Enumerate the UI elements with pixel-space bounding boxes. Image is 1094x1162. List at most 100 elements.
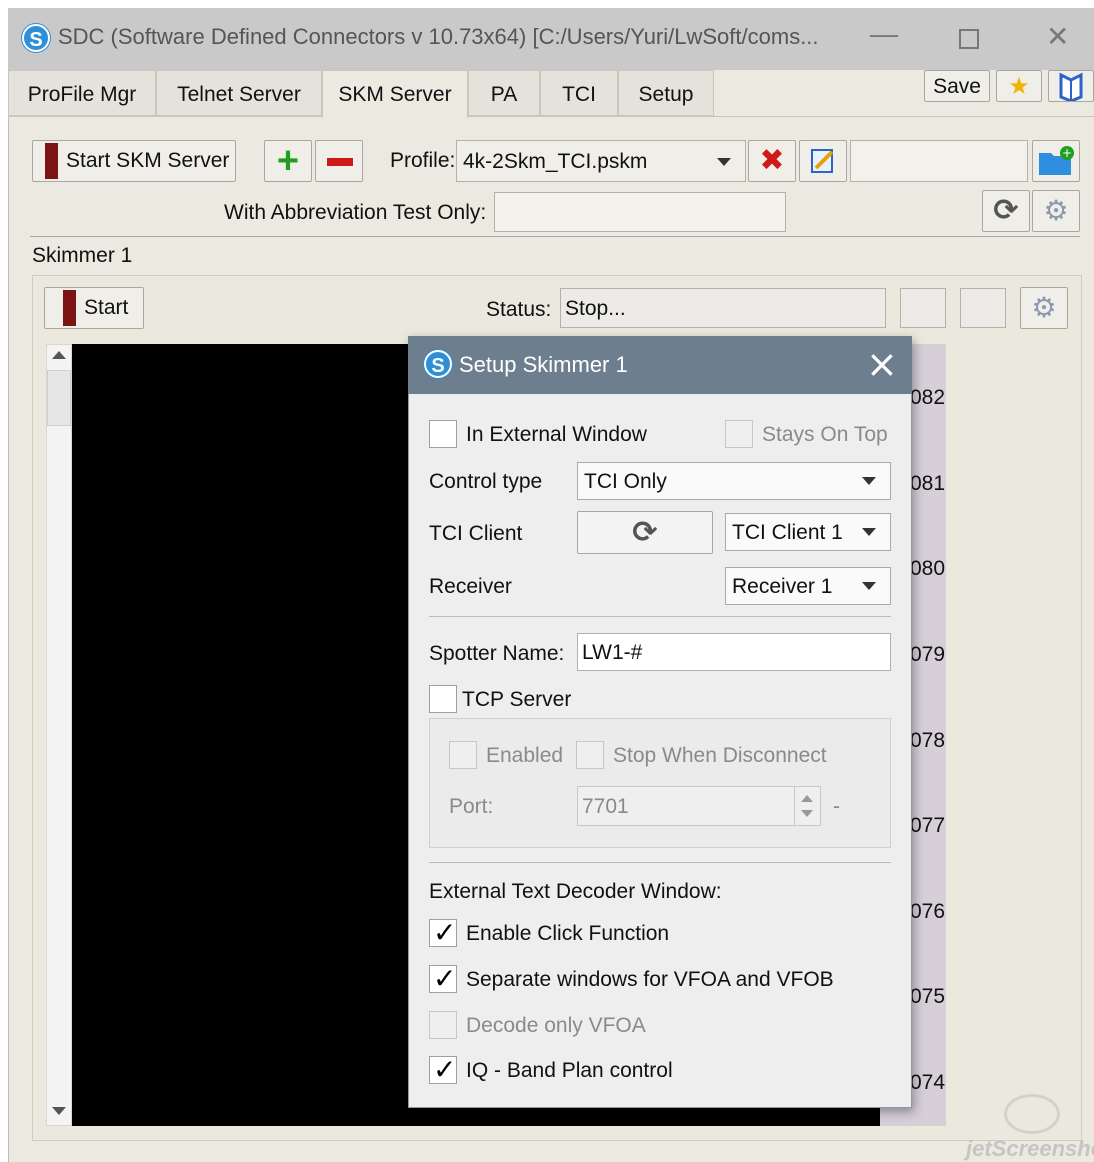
port-value: 7701	[582, 795, 629, 818]
settings-gear-icon[interactable]: ⚙	[1032, 190, 1080, 232]
profile-value: 4k-2Skm_TCI.pskm	[463, 150, 648, 173]
skimmer-stopped-indicator	[63, 290, 76, 327]
minus-icon	[327, 158, 353, 166]
tab-pa[interactable]: PA	[468, 70, 540, 116]
stop-when-disconnect-label: Stop When Disconnect	[613, 744, 827, 767]
control-type-select[interactable]: TCI Only	[577, 462, 891, 500]
freq-label: 079	[910, 643, 946, 666]
abbrev-label: With Abbreviation Test Only:	[224, 201, 487, 224]
delete-profile-icon[interactable]: ✖	[748, 140, 796, 182]
skimmer-settings-gear-icon[interactable]: ⚙	[1020, 287, 1068, 329]
tab-telnet-server[interactable]: Telnet Server	[156, 70, 322, 116]
tci-client-label: TCI Client	[429, 522, 523, 545]
skimmer-start-label: Start	[84, 296, 129, 319]
status-indicator-1	[900, 288, 946, 328]
tcp-server-label: TCP Server	[462, 688, 572, 711]
enabled-checkbox[interactable]	[449, 741, 477, 769]
chevron-down-icon	[717, 158, 731, 166]
stopped-indicator	[45, 143, 58, 180]
separate-windows-label: Separate windows for VFOA and VFOB	[466, 968, 834, 991]
vertical-scrollbar[interactable]	[46, 344, 72, 1126]
close-window-button[interactable]: ✕	[1046, 20, 1069, 53]
status-indicator-2	[960, 288, 1006, 328]
control-type-value: TCI Only	[584, 470, 667, 493]
watermark-logo-icon	[1004, 1094, 1060, 1134]
skimmer-start-button[interactable]: Start	[44, 287, 144, 329]
separate-windows-checkbox[interactable]	[429, 962, 457, 995]
dialog-divider	[429, 862, 891, 863]
spotter-name-input[interactable]: LW1-#	[577, 633, 891, 671]
profile-aux-field[interactable]	[850, 140, 1028, 182]
freq-label: 081	[910, 472, 946, 495]
decode-only-vfoa-checkbox[interactable]	[429, 1011, 457, 1039]
dialog-title: Setup Skimmer 1	[459, 352, 628, 377]
start-skm-server-button[interactable]: Start SKM Server	[32, 140, 236, 182]
freq-label: 075	[910, 985, 946, 1008]
tab-tci[interactable]: TCI	[540, 70, 618, 116]
iq-band-plan-label: IQ - Band Plan control	[466, 1059, 673, 1082]
enabled-label: Enabled	[486, 744, 564, 767]
add-profile-button[interactable]: +	[264, 140, 312, 182]
status-field: Stop...	[560, 288, 886, 328]
tab-setup[interactable]: Setup	[618, 70, 714, 116]
window-title: SDC (Software Defined Connectors v 10.73…	[58, 24, 819, 49]
start-skm-server-label: Start SKM Server	[66, 149, 230, 172]
tcp-server-group	[429, 718, 891, 848]
refresh-icon[interactable]: ⟳	[982, 190, 1030, 232]
dialog-logo-icon: S	[424, 350, 452, 378]
stays-on-top-checkbox[interactable]	[725, 420, 753, 448]
stays-on-top-label: Stays On Top	[762, 423, 888, 446]
receiver-label: Receiver	[429, 575, 512, 598]
iq-band-plan-checkbox[interactable]	[429, 1053, 457, 1086]
abbrev-input[interactable]	[494, 192, 786, 232]
scroll-up-arrow-icon[interactable]	[52, 351, 66, 359]
help-book-icon[interactable]	[1048, 70, 1094, 103]
profile-combo[interactable]: 4k-2Skm_TCI.pskm	[456, 140, 746, 182]
favorite-star-icon[interactable]: ★	[996, 70, 1042, 102]
tab-bar-divider	[8, 116, 1094, 117]
status-label: Status:	[486, 298, 552, 321]
chevron-down-icon	[862, 582, 876, 590]
save-button[interactable]: Save	[924, 70, 990, 102]
scrollbar-thumb[interactable]	[47, 370, 71, 426]
freq-label: 080	[910, 557, 946, 580]
tci-client-select[interactable]: TCI Client 1	[725, 513, 891, 551]
control-type-label: Control type	[429, 470, 543, 493]
tcp-server-checkbox[interactable]	[429, 685, 457, 713]
profile-label: Profile:	[390, 149, 456, 172]
enable-click-function-label: Enable Click Function	[466, 922, 670, 945]
dialog-close-icon[interactable]: ×	[866, 344, 898, 384]
watermark-text: jetScreenshot	[966, 1136, 1094, 1161]
port-label: Port:	[449, 795, 494, 818]
app-logo-icon: S	[22, 24, 50, 52]
stop-when-disconnect-checkbox[interactable]	[576, 741, 604, 769]
freq-label: 082	[910, 386, 946, 409]
chevron-up-icon[interactable]	[801, 795, 813, 802]
svg-text:+: +	[1062, 146, 1072, 160]
freq-label: 076	[910, 900, 946, 923]
edit-profile-icon[interactable]	[799, 140, 847, 182]
receiver-select[interactable]: Receiver 1	[725, 567, 891, 605]
chevron-down-icon	[862, 477, 876, 485]
dialog-divider	[429, 616, 891, 617]
chevron-down-icon[interactable]	[801, 810, 813, 817]
new-folder-icon[interactable]: +	[1032, 140, 1080, 182]
chevron-down-icon	[862, 528, 876, 536]
tab-skm-server[interactable]: SKM Server	[322, 70, 468, 118]
skimmer-group-title: Skimmer 1	[32, 244, 133, 267]
tci-client-value: TCI Client 1	[732, 521, 843, 544]
enable-click-function-checkbox[interactable]	[429, 916, 457, 949]
port-spinbox[interactable]: 7701	[577, 786, 821, 826]
toolbar-divider	[30, 236, 1080, 237]
maximize-button[interactable]	[959, 29, 979, 49]
decode-only-vfoa-label: Decode only VFOA	[466, 1014, 646, 1037]
minimize-button[interactable]: —	[870, 18, 898, 50]
external-window-checkbox[interactable]	[429, 420, 457, 448]
tci-refresh-icon[interactable]: ⟳	[577, 511, 713, 554]
tab-profile-mgr[interactable]: ProFile Mgr	[8, 70, 156, 116]
port-stepper[interactable]	[794, 787, 820, 825]
remove-profile-button[interactable]	[315, 140, 363, 182]
receiver-value: Receiver 1	[732, 575, 833, 598]
scroll-down-arrow-icon[interactable]	[52, 1107, 66, 1115]
freq-label: 074	[910, 1071, 946, 1094]
